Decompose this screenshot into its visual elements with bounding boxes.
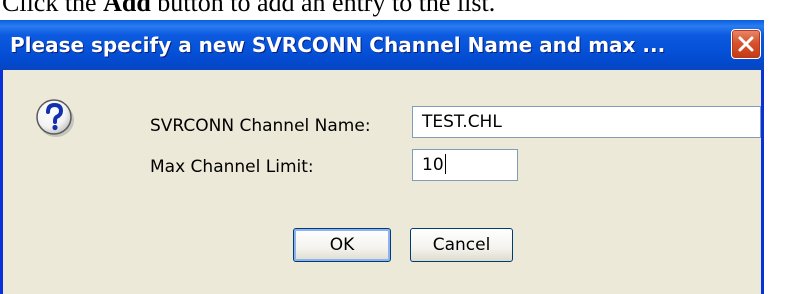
dialog-title: Please specify a new SVRCONN Channel Nam…: [10, 33, 666, 57]
instruction-prefix: Click the: [2, 0, 104, 17]
close-button[interactable]: [731, 29, 761, 59]
channel-name-value: TEST.CHL: [422, 112, 502, 132]
cancel-button[interactable]: Cancel: [410, 228, 513, 262]
close-icon: [738, 36, 754, 52]
dialog-titlebar[interactable]: Please specify a new SVRCONN Channel Nam…: [0, 20, 764, 70]
max-limit-value: 10: [422, 155, 444, 175]
instruction-add-word: Add: [103, 0, 151, 17]
text-caret: [444, 154, 446, 174]
instruction-text: Click the Add button to add an entry to …: [0, 0, 788, 20]
channel-name-label: SVRCONN Channel Name:: [150, 116, 371, 136]
channel-dialog: Please specify a new SVRCONN Channel Nam…: [0, 20, 764, 294]
max-limit-label: Max Channel Limit:: [150, 157, 314, 177]
instruction-suffix: button to add an entry to the list.: [150, 0, 496, 17]
max-limit-input[interactable]: 10: [412, 149, 518, 181]
channel-name-input[interactable]: TEST.CHL: [412, 106, 761, 138]
question-icon: [36, 99, 74, 137]
ok-button[interactable]: OK: [293, 228, 391, 262]
